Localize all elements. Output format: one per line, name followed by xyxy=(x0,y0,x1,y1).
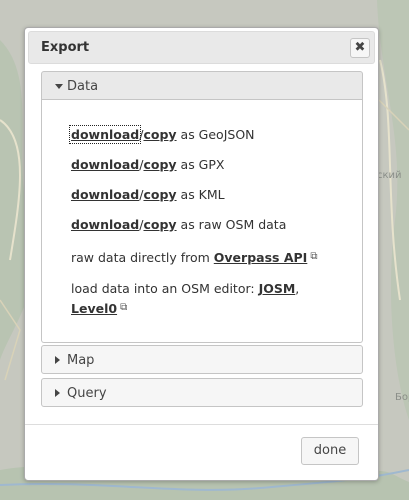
footer-divider xyxy=(25,424,378,425)
section-label: Data xyxy=(67,79,99,94)
level0-link[interactable]: Level0 xyxy=(71,301,117,316)
format-label: as GPX xyxy=(176,157,225,172)
level0-row: Level0 ⧉ xyxy=(71,301,127,316)
copy-kml-link[interactable]: copy xyxy=(143,187,176,202)
section-label: Map xyxy=(67,353,95,368)
section-content-data: download/copy as GeoJSON download/copy a… xyxy=(41,100,363,343)
overpass-api-link[interactable]: Overpass API xyxy=(214,250,308,265)
overpass-row: raw data directly from Overpass API ⧉ xyxy=(71,250,317,265)
download-kml-link[interactable]: download xyxy=(71,187,139,202)
download-geojson-link[interactable]: download xyxy=(68,125,142,144)
export-geojson-row: download/copy as GeoJSON xyxy=(68,125,255,144)
section-header-map[interactable]: Map xyxy=(41,345,363,374)
export-gpx-row: download/copy as GPX xyxy=(71,157,224,172)
copy-osm-link[interactable]: copy xyxy=(143,217,176,232)
dialog-titlebar[interactable]: Export ✖ xyxy=(28,31,375,64)
format-label: as GeoJSON xyxy=(176,127,255,142)
download-gpx-link[interactable]: download xyxy=(71,157,139,172)
close-icon: ✖ xyxy=(354,40,366,55)
comma: , xyxy=(295,281,300,296)
format-label: as KML xyxy=(176,187,225,202)
copy-geojson-link[interactable]: copy xyxy=(143,127,176,142)
editor-prefix: load data into an OSM editor: xyxy=(71,281,259,296)
triangle-down-icon xyxy=(55,84,63,89)
export-accordion: Data download/copy as GeoJSON download/c… xyxy=(41,71,363,407)
section-label: Query xyxy=(67,386,107,401)
done-button[interactable]: done xyxy=(301,437,359,465)
download-osm-link[interactable]: download xyxy=(71,217,139,232)
triangle-right-icon xyxy=(55,389,60,397)
overpass-prefix: raw data directly from xyxy=(71,250,214,265)
editor-row: load data into an OSM editor: JOSM, xyxy=(71,281,299,296)
external-link-icon: ⧉ xyxy=(310,251,318,262)
map-place-label: ский xyxy=(377,170,402,181)
external-link-icon: ⧉ xyxy=(120,302,128,313)
josm-link[interactable]: JOSM xyxy=(259,281,296,296)
export-osm-row: download/copy as raw OSM data xyxy=(71,217,286,232)
section-header-query[interactable]: Query xyxy=(41,378,363,407)
map-place-label: Бор xyxy=(395,392,409,403)
section-header-data[interactable]: Data xyxy=(41,71,363,100)
triangle-right-icon xyxy=(55,356,60,364)
close-button[interactable]: ✖ xyxy=(350,38,370,58)
format-label: as raw OSM data xyxy=(176,217,287,232)
copy-gpx-link[interactable]: copy xyxy=(143,157,176,172)
export-dialog: Export ✖ Data download/copy as GeoJSON d… xyxy=(24,27,379,481)
export-kml-row: download/copy as KML xyxy=(71,187,225,202)
dialog-title: Export xyxy=(41,40,90,55)
